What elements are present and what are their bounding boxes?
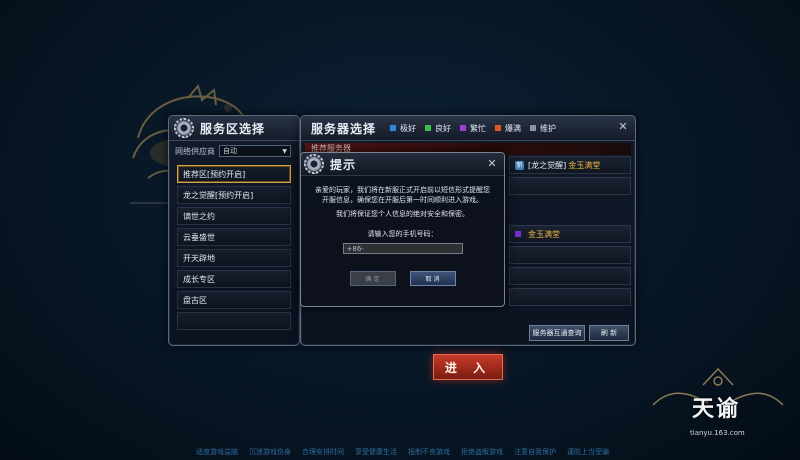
new-badge-icon: 新 (515, 160, 524, 170)
dialog-message: 亲爱的玩家，我们将在新服正式开启前以短信形式提醒您开服信息，确保您在开服后第一时… (315, 186, 490, 204)
chevron-down-icon: ▼ (282, 147, 287, 155)
footer-item: 合理安排时间 (302, 448, 344, 456)
logo-url: tianyu.163.com (690, 429, 745, 437)
isp-select[interactable]: 自动 ▼ (219, 145, 291, 157)
isp-row: 网络供应商 自动 ▼ (169, 141, 299, 160)
zone-item-yunchui[interactable]: 云垂盛世 (177, 228, 291, 246)
server-zone-header: 服务区选择 (169, 116, 299, 141)
close-icon[interactable]: ✕ (617, 121, 629, 133)
zone-item-zheshi[interactable]: 谪世之约 (177, 207, 291, 225)
server-interop-button[interactable]: 服务器互通查询 (529, 325, 585, 341)
game-logo: 天谕 tianyu.163.com (648, 365, 788, 445)
footer-item: 享受健康生活 (355, 448, 397, 456)
enter-button[interactable]: 进 入 (433, 354, 503, 380)
close-icon[interactable]: ✕ (486, 158, 498, 170)
dialog-buttons: 确 定 取 消 (301, 271, 504, 286)
server-zone-panel: 服务区选择 网络供应商 自动 ▼ 推荐区[预约开启] 龙之觉醒[预约开启] 谪世… (168, 115, 300, 346)
gear-icon (174, 118, 194, 138)
zone-item-empty (177, 312, 291, 330)
server-tag: 金玉满堂 (568, 160, 601, 170)
zone-item-recommended[interactable]: 推荐区[预约开启] (177, 165, 291, 183)
server-row-placeholder-4 (509, 288, 631, 306)
status-legend: 极好 良好 繁忙 爆满 维护 (390, 123, 556, 134)
server-select-title: 服务器选择 (311, 121, 377, 136)
server-name: 金玉满堂 (528, 229, 560, 239)
footer-item: 沉迷游戏伤身 (249, 448, 291, 456)
dialog-title: 提示 (330, 157, 357, 172)
server-row-dragon[interactable]: 新 [龙之觉醒] 金玉满堂 (509, 156, 631, 174)
zone-item-pangu[interactable]: 盘古区 (177, 291, 291, 309)
confirm-button[interactable]: 确 定 (349, 271, 396, 286)
legend-maintenance: 维护 (530, 123, 556, 134)
server-row-placeholder-3 (509, 267, 631, 285)
legend-busy: 繁忙 (460, 123, 486, 134)
footer-item: 注意自我保护 (514, 448, 556, 456)
busy-status-icon (515, 231, 521, 237)
server-row-placeholder-2 (509, 246, 631, 264)
zone-item-dragon-awakening[interactable]: 龙之觉醒[预约开启] (177, 186, 291, 204)
footer-item: 拒绝盗版游戏 (461, 448, 503, 456)
zone-item-growth[interactable]: 成长专区 (177, 270, 291, 288)
server-row-jinyu[interactable]: 金玉满堂 (509, 225, 631, 243)
legend-good: 良好 (425, 123, 451, 134)
server-zone-title: 服务区选择 (200, 121, 266, 136)
server-row-placeholder-1 (509, 177, 631, 195)
refresh-button[interactable]: 刷 新 (589, 325, 629, 341)
health-notice-footer: 适度游戏益脑 沉迷游戏伤身 合理安排时间 享受健康生活 抵制不良游戏 拒绝盗版游… (196, 447, 616, 457)
footer-item: 谨防上当受骗 (567, 448, 609, 456)
sms-reminder-dialog: 提示 ✕ 亲爱的玩家，我们将在新服正式开启前以短信形式提醒您开服信息，确保您在开… (300, 152, 505, 307)
dialog-privacy-note: 我们将保证您个人信息的绝对安全和保密。 (336, 210, 469, 218)
zone-list: 推荐区[预约开启] 龙之觉醒[预约开启] 谪世之约 云垂盛世 开天辟地 成长专区… (169, 160, 299, 335)
dialog-header: 提示 ✕ (301, 153, 504, 176)
server-name: [龙之觉醒] (528, 160, 567, 170)
footer-item: 抵制不良游戏 (408, 448, 450, 456)
legend-full: 爆满 (495, 123, 521, 134)
legend-excellent: 极好 (390, 123, 416, 134)
cancel-button[interactable]: 取 消 (409, 271, 456, 286)
phone-input[interactable]: +86- (342, 243, 463, 254)
footer-item: 适度游戏益脑 (196, 448, 238, 456)
isp-value: 自动 (223, 147, 237, 155)
gear-icon (304, 154, 324, 174)
phone-prompt: 请输入您的手机号码： (367, 230, 438, 238)
server-select-header: 服务器选择 极好 良好 繁忙 爆满 维护 ✕ (301, 116, 635, 141)
zone-item-kaitian[interactable]: 开天辟地 (177, 249, 291, 267)
isp-label: 网络供应商 (175, 146, 215, 156)
logo-text: 天谕 (692, 396, 741, 422)
